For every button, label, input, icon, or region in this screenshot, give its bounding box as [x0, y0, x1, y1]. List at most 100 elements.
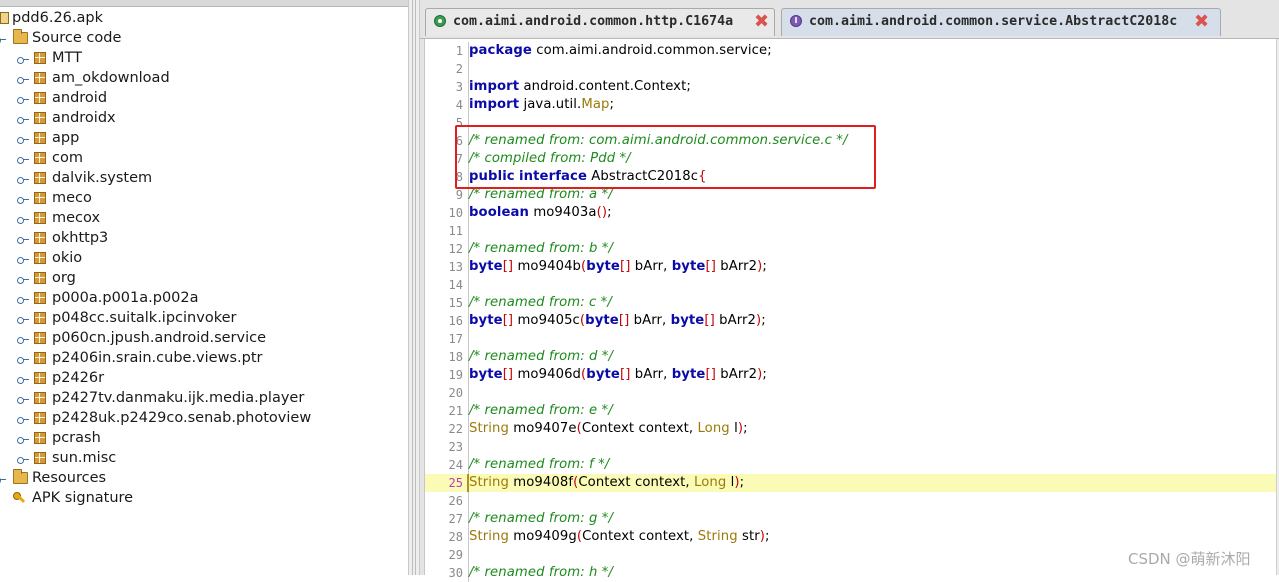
code-token: mo9404b [517, 259, 582, 274]
panel-splitter[interactable] [408, 0, 420, 575]
annotation-highlight-box [455, 125, 876, 189]
package-label: p048cc.suitalk.ipcinvoker [52, 310, 237, 326]
code-token: bArr2 [720, 367, 758, 382]
code-line[interactable]: 22 String mo9407e(Context context, Long … [425, 420, 1279, 438]
code-token: mo9405c [517, 313, 580, 328]
code-line[interactable]: 13 byte[] mo9404b(byte[] bArr, byte[] bA… [425, 258, 1279, 276]
code-token: mo9408f [513, 475, 574, 490]
line-number: 27 [448, 512, 463, 526]
expand-handle-icon[interactable] [17, 428, 29, 448]
expand-handle-icon[interactable] [17, 388, 29, 408]
code-keyword: byte [670, 313, 705, 328]
code-token: ; [761, 313, 766, 328]
code-line[interactable]: 27 /* renamed from: g */ [425, 510, 1279, 528]
expand-handle-icon[interactable] [0, 468, 6, 488]
code-punctuation: [] [619, 259, 631, 274]
expand-handle-icon[interactable] [17, 228, 29, 248]
expand-handle-icon[interactable] [17, 48, 29, 68]
tab-http-c1674a[interactable]: com.aimi.android.common.http.C1674a ✖ [425, 8, 775, 36]
package-label: sun.misc [52, 450, 117, 466]
expand-handle-icon[interactable] [17, 288, 29, 308]
line-number: 29 [448, 548, 463, 562]
expand-handle-icon[interactable] [17, 188, 29, 208]
expand-handle-icon[interactable] [17, 208, 29, 228]
code-keyword: package [469, 43, 532, 58]
code-text: /* renamed from: h */ [469, 564, 613, 582]
code-line[interactable]: 3 import android.content.Context; [425, 78, 1279, 96]
package-icon [34, 192, 46, 204]
expand-handle-icon[interactable] [17, 168, 29, 188]
close-tab-icon[interactable]: ✖ [754, 9, 769, 35]
line-number: 2 [455, 62, 463, 76]
package-label: okhttp3 [52, 230, 109, 246]
code-line[interactable]: 17 [425, 330, 1279, 348]
code-token: bArr, [634, 259, 668, 274]
code-type: Map [581, 97, 610, 112]
code-line[interactable]: 1 package com.aimi.android.common.service… [425, 42, 1279, 60]
code-keyword: import [469, 97, 520, 112]
code-line[interactable]: 11 [425, 222, 1279, 240]
expand-handle-icon[interactable] [17, 268, 29, 288]
apk-file-icon [0, 12, 9, 24]
code-text: import java.util.Map; [469, 96, 614, 114]
code-line[interactable]: 24 /* renamed from: f */ [425, 456, 1279, 474]
expand-handle-icon[interactable] [17, 308, 29, 328]
code-line[interactable]: 20 [425, 384, 1279, 402]
code-line[interactable]: 19 byte[] mo9406d(byte[] bArr, byte[] bA… [425, 366, 1279, 384]
expand-handle-icon[interactable] [17, 88, 29, 108]
package-icon [34, 212, 46, 224]
code-punctuation: [] [502, 313, 514, 328]
line-number: 18 [448, 350, 463, 364]
code-comment: /* renamed from: g */ [469, 511, 614, 526]
code-token: com.aimi.android.common.service; [536, 43, 772, 58]
code-editor[interactable]: 1 package com.aimi.android.common.service… [420, 39, 1279, 582]
line-number: 28 [448, 530, 463, 544]
gutter-divider [468, 546, 469, 564]
code-token: Context context, [578, 475, 690, 490]
expand-handle-icon[interactable] [17, 448, 29, 468]
line-number: 17 [448, 332, 463, 346]
tab-service-abstractc2018c[interactable]: com.aimi.android.common.service.Abstract… [781, 8, 1221, 36]
line-number: 12 [448, 242, 463, 256]
code-type: String [469, 421, 509, 436]
code-line[interactable]: 2 [425, 60, 1279, 78]
code-line[interactable]: 23 [425, 438, 1279, 456]
code-line[interactable]: 4 import java.util.Map; [425, 96, 1279, 114]
expand-handle-icon[interactable] [17, 108, 29, 128]
code-line[interactable]: 12 /* renamed from: b */ [425, 240, 1279, 258]
code-line[interactable]: 21 /* renamed from: e */ [425, 402, 1279, 420]
code-type: String [469, 529, 509, 544]
code-line[interactable]: 25 String mo9408f(Context context, Long … [425, 474, 1279, 492]
expand-handle-icon[interactable] [17, 328, 29, 348]
gutter-divider [468, 438, 469, 456]
code-line[interactable]: 18 /* renamed from: d */ [425, 348, 1279, 366]
line-number: 25 [448, 476, 463, 490]
expand-handle-icon[interactable] [17, 148, 29, 168]
package-icon [34, 72, 46, 84]
line-number: 3 [455, 80, 463, 94]
code-text: /* renamed from: b */ [469, 240, 613, 258]
package-label: am_okdownload [52, 70, 170, 86]
code-line[interactable]: 26 [425, 492, 1279, 510]
line-number: 21 [448, 404, 463, 418]
code-line[interactable]: 15 /* renamed from: c */ [425, 294, 1279, 312]
code-line[interactable]: 10 boolean mo9403a(); [425, 204, 1279, 222]
expand-handle-icon[interactable] [17, 128, 29, 148]
code-line[interactable]: 14 [425, 276, 1279, 294]
package-label: org [52, 270, 76, 286]
code-keyword: boolean [469, 205, 530, 220]
expand-handle-icon[interactable] [17, 68, 29, 88]
close-tab-icon[interactable]: ✖ [1194, 9, 1209, 35]
code-line[interactable]: 16 byte[] mo9405c(byte[] bArr, byte[] bA… [425, 312, 1279, 330]
expand-handle-icon[interactable] [17, 248, 29, 268]
code-line[interactable]: 28 String mo9409g(Context context, Strin… [425, 528, 1279, 546]
expand-handle-icon[interactable] [17, 408, 29, 428]
package-icon [34, 112, 46, 124]
expand-handle-icon[interactable] [17, 348, 29, 368]
gutter-divider [468, 60, 469, 78]
code-text: /* renamed from: c */ [469, 294, 612, 312]
expand-handle-icon[interactable] [17, 368, 29, 388]
code-type: String [469, 475, 509, 490]
package-label: p2427tv.danmaku.ijk.media.player [52, 390, 305, 406]
expand-handle-icon[interactable] [0, 28, 6, 48]
